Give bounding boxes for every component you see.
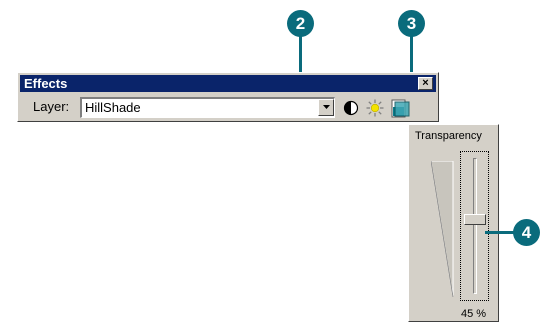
effects-titlebar[interactable]: Effects ×	[20, 75, 436, 92]
callout-2-number: 2	[295, 13, 306, 33]
transparency-title: Transparency	[415, 130, 482, 142]
callout-4: 4	[513, 219, 540, 246]
transparency-value: 45 %	[461, 308, 487, 320]
callout-3-number: 3	[406, 13, 417, 33]
layer-label: Layer:	[33, 99, 70, 114]
transparency-panel: Transparency 45 %	[408, 124, 499, 322]
chevron-down-icon	[323, 105, 330, 109]
transparency-slider-track[interactable]	[473, 158, 477, 294]
transparency-button[interactable]	[390, 98, 414, 119]
brightness-button[interactable]	[366, 99, 384, 117]
window-title: Effects	[24, 76, 68, 91]
layer-dropdown-button[interactable]	[318, 99, 334, 116]
layer-dropdown-value: HillShade	[85, 100, 141, 115]
callout-2-leader	[299, 36, 302, 76]
transparency-icon	[391, 99, 410, 118]
callout-4-leader	[485, 231, 515, 234]
callout-4-number: 4	[521, 222, 532, 242]
close-icon: ×	[422, 77, 429, 89]
contrast-button[interactable]	[342, 99, 360, 117]
layer-dropdown[interactable]: HillShade	[80, 97, 335, 118]
brightness-icon	[366, 99, 384, 117]
close-button[interactable]: ×	[418, 77, 433, 90]
transparency-wedge-icon	[431, 161, 454, 297]
contrast-icon	[343, 100, 359, 116]
transparency-slider-thumb[interactable]	[464, 214, 486, 225]
callout-3: 3	[398, 10, 425, 37]
effects-toolbar: Effects × Layer: HillShade	[17, 72, 439, 122]
callout-2: 2	[287, 10, 314, 37]
